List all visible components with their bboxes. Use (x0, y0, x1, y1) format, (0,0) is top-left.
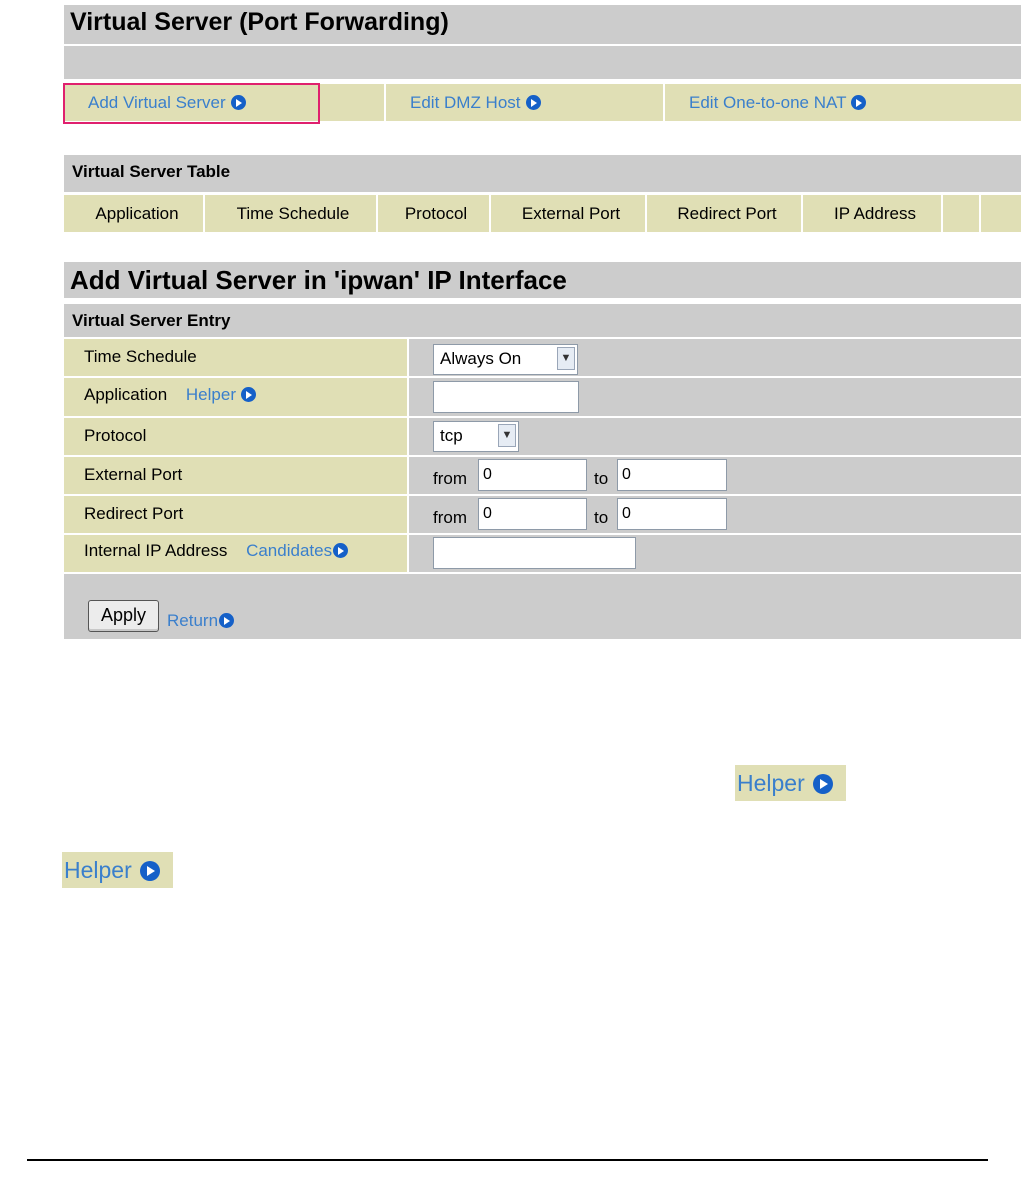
row-divider (64, 416, 1021, 418)
column-divider (941, 195, 943, 232)
nav-divider (384, 84, 386, 121)
play-arrow-icon (241, 387, 256, 402)
column-divider (979, 195, 981, 232)
column-divider (376, 195, 378, 232)
row-divider (64, 376, 1021, 378)
candidates-link-label: Candidates (246, 541, 333, 560)
internal-ip-input[interactable] (433, 537, 636, 569)
return-link-label: Return (167, 611, 219, 630)
redirect-to-label: to (594, 508, 609, 527)
nav-edit-dmz-host-label: Edit DMZ Host (410, 93, 521, 112)
helper-link-label: Helper (185, 385, 236, 404)
row-divider (64, 533, 1021, 535)
helper-callout-1: Helper (735, 765, 846, 801)
helper-callout-2-label: Helper (64, 857, 132, 883)
virtual-server-table-title: Virtual Server Table (64, 155, 1021, 192)
column-header-external-port: External Port (521, 204, 621, 223)
play-arrow-icon (230, 95, 246, 110)
nav-edit-one-to-one-nat-label: Edit One-to-one NAT (689, 93, 847, 112)
helper-callout-1-label: Helper (737, 770, 805, 796)
redirect-port-to-input[interactable]: 0 (617, 498, 727, 530)
column-header-protocol: Protocol (404, 204, 468, 223)
nav-divider (663, 84, 665, 121)
column-divider (203, 195, 205, 232)
external-to-label: to (594, 469, 609, 488)
column-header-time-schedule: Time Schedule (236, 204, 350, 223)
apply-button[interactable]: Apply (88, 600, 159, 632)
redirect-port-label: Redirect Port (84, 504, 184, 523)
protocol-value: tcp (440, 426, 463, 445)
play-arrow-icon (219, 613, 235, 628)
footer-divider (27, 1159, 988, 1161)
nav-add-virtual-server-label: Add Virtual Server (88, 93, 226, 112)
column-header-ip-address: IP Address (834, 204, 916, 223)
column-divider (489, 195, 491, 232)
form-title: Add Virtual Server in 'ipwan' IP Interfa… (64, 262, 1021, 298)
redirect-from-label: from (433, 508, 467, 527)
protocol-label: Protocol (84, 426, 147, 445)
page-title: Virtual Server (Port Forwarding) (64, 5, 1021, 44)
row-divider (64, 455, 1021, 457)
helper-link[interactable]: Helper (186, 385, 256, 404)
column-header-application: Application (95, 204, 179, 223)
candidates-link[interactable]: Candidates (246, 541, 349, 560)
play-arrow-icon (333, 543, 349, 558)
column-divider (801, 195, 803, 232)
time-schedule-select[interactable]: Always On ▼ (433, 344, 578, 375)
return-link[interactable]: Return (167, 611, 235, 631)
column-header-redirect-port: Redirect Port (677, 204, 777, 223)
redirect-port-from-input[interactable]: 0 (478, 498, 587, 530)
play-arrow-icon (812, 774, 833, 794)
application-label-text: Application (84, 385, 168, 404)
protocol-select[interactable]: tcp ▼ (433, 421, 519, 452)
helper-callout-2: Helper (62, 852, 173, 888)
external-from-label: from (433, 469, 467, 488)
chevron-down-icon[interactable]: ▼ (557, 347, 575, 370)
application-input[interactable] (433, 381, 579, 413)
time-schedule-value: Always On (440, 349, 522, 368)
nav-add-virtual-server[interactable]: Add Virtual Server (63, 83, 320, 124)
application-label: Application Helper (84, 385, 256, 405)
external-port-from-input[interactable]: 0 (478, 459, 587, 491)
play-arrow-icon (525, 95, 541, 110)
row-divider (64, 494, 1021, 496)
nav-edit-dmz-host[interactable]: Edit DMZ Host (410, 84, 541, 121)
column-divider (645, 195, 647, 232)
internal-ip-label: Internal IP Address Candidates (84, 541, 349, 561)
play-arrow-icon (851, 95, 867, 110)
title-subbar (64, 46, 1021, 79)
play-arrow-icon (139, 861, 160, 881)
internal-ip-label-text: Internal IP Address (84, 541, 228, 560)
chevron-down-icon[interactable]: ▼ (498, 424, 516, 447)
nav-edit-one-to-one-nat[interactable]: Edit One-to-one NAT (689, 84, 867, 121)
external-port-to-input[interactable]: 0 (617, 459, 727, 491)
form-section-header: Virtual Server Entry (64, 304, 1021, 337)
external-port-label: External Port (84, 465, 183, 484)
time-schedule-label: Time Schedule (84, 347, 197, 366)
